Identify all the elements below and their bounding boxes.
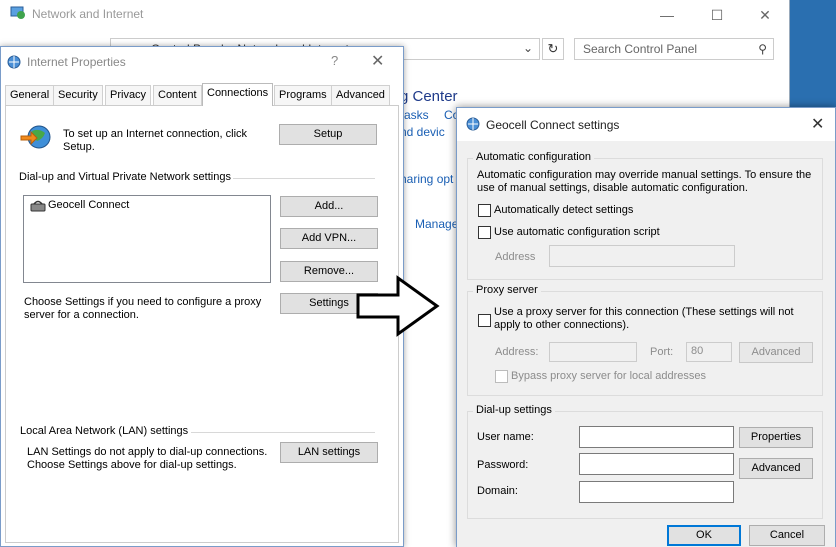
lan-settings-button[interactable]: LAN settings [280,442,378,463]
script-address-field[interactable] [549,245,735,267]
dialup-vpn-heading: Dial-up and Virtual Private Network sett… [19,171,231,183]
domain-field[interactable] [579,481,734,503]
group-label: Proxy server [473,284,541,296]
search-input[interactable]: Search Control Panel ⚲ [574,38,774,60]
use-proxy-label: Use a proxy server for this connection (… [494,306,794,331]
tab-general[interactable]: General [5,85,55,105]
internet-properties-dialog: Internet Properties ? ✕ General Security… [0,46,404,547]
help-button[interactable]: ? [331,53,338,68]
dialog-title: Geocell Connect settings [486,118,620,132]
cancel-button[interactable]: Cancel [749,525,825,546]
minimize-button[interactable]: — [644,0,690,30]
tab-security[interactable]: Security [53,85,103,105]
use-proxy-checkbox[interactable] [478,314,491,327]
page-heading: g Center [400,88,458,105]
lan-instructions: LAN Settings do not apply to dial-up con… [27,446,268,471]
username-label: User name: [477,431,534,443]
add-vpn-button[interactable]: Add VPN... [280,228,378,249]
task-link[interactable]: nd devic [400,125,445,139]
group-label: Automatic configuration [473,151,594,163]
close-button[interactable]: ✕ [742,0,788,30]
annotation-arrow [356,275,440,337]
auto-config-description: Automatic configuration may override man… [477,169,812,194]
proxy-advanced-button[interactable]: Advanced [739,342,813,363]
password-label: Password: [477,459,529,471]
proxy-port-label: Port: [650,346,674,358]
auto-detect-label: Automatically detect settings [494,204,634,216]
auto-detect-checkbox[interactable] [478,204,491,217]
chevron-down-icon[interactable]: ⌄ [523,41,533,55]
setup-instructions: To set up an Internet connection, click … [63,128,248,153]
setup-button[interactable]: Setup [279,124,377,145]
internet-setup-icon [20,125,51,149]
tab-advanced[interactable]: Advanced [331,85,390,105]
task-link[interactable]: Manage [415,217,458,231]
connection-settings-dialog: Geocell Connect settings ✕ Automatic con… [456,107,836,547]
proxy-port-field[interactable]: 80 [686,342,732,362]
ok-button[interactable]: OK [667,525,741,546]
list-item[interactable]: Geocell Connect [26,198,176,214]
password-field[interactable] [579,453,734,475]
add-button[interactable]: Add... [280,196,378,217]
network-globe-icon [10,6,25,19]
bypass-local-checkbox[interactable] [495,370,508,383]
task-link[interactable]: haring opt [400,172,453,186]
internet-globe-icon [466,117,480,131]
refresh-button[interactable]: ↻ [542,38,564,60]
dialup-modem-icon [30,200,46,212]
connection-name: Geocell Connect [48,199,130,211]
lan-heading: Local Area Network (LAN) settings [20,425,189,437]
config-script-checkbox[interactable] [478,226,491,239]
script-address-label: Address [495,251,536,263]
domain-label: Domain: [477,485,518,497]
group-label: Dial-up settings [473,404,555,416]
dialog-body: Automatic configuration Automatic config… [457,141,835,547]
proxy-address-field[interactable] [549,342,637,362]
internet-globe-icon [7,55,21,69]
config-script-label: Use automatic configuration script [494,226,660,238]
task-link[interactable]: asks [404,108,429,122]
search-icon: ⚲ [758,42,767,56]
close-icon[interactable]: ✕ [811,114,824,134]
section-divider [233,178,375,179]
section-divider [191,432,375,433]
properties-button[interactable]: Properties [739,427,813,448]
tab-privacy[interactable]: Privacy [105,85,152,105]
proxy-address-label: Address: [495,346,539,358]
dialup-advanced-button[interactable]: Advanced [739,458,813,479]
bypass-local-label: Bypass proxy server for local addresses [511,370,707,382]
proxy-instructions: Choose Settings if you need to configure… [24,296,262,321]
search-placeholder: Search Control Panel [583,42,698,56]
close-icon[interactable]: ✕ [371,51,384,71]
username-field[interactable] [579,426,734,448]
maximize-button[interactable]: ☐ [694,0,740,30]
tab-programs[interactable]: Programs [274,85,332,105]
tab-connections[interactable]: Connections [202,83,274,106]
dialog-title: Internet Properties [27,55,126,69]
connections-list[interactable]: Geocell Connect [23,195,271,283]
window-title: Network and Internet [32,7,144,21]
tab-content[interactable]: Content [153,85,202,105]
